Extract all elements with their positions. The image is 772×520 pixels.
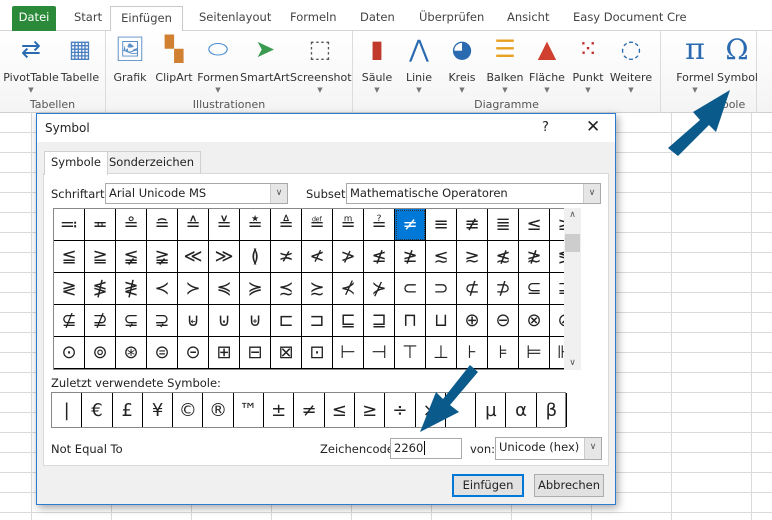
arrow-to-character-code <box>420 365 478 432</box>
annotation-arrows <box>420 90 730 432</box>
tab-symbole[interactable]: Symbole <box>44 151 108 175</box>
arrow-to-symbol-button <box>668 90 730 156</box>
